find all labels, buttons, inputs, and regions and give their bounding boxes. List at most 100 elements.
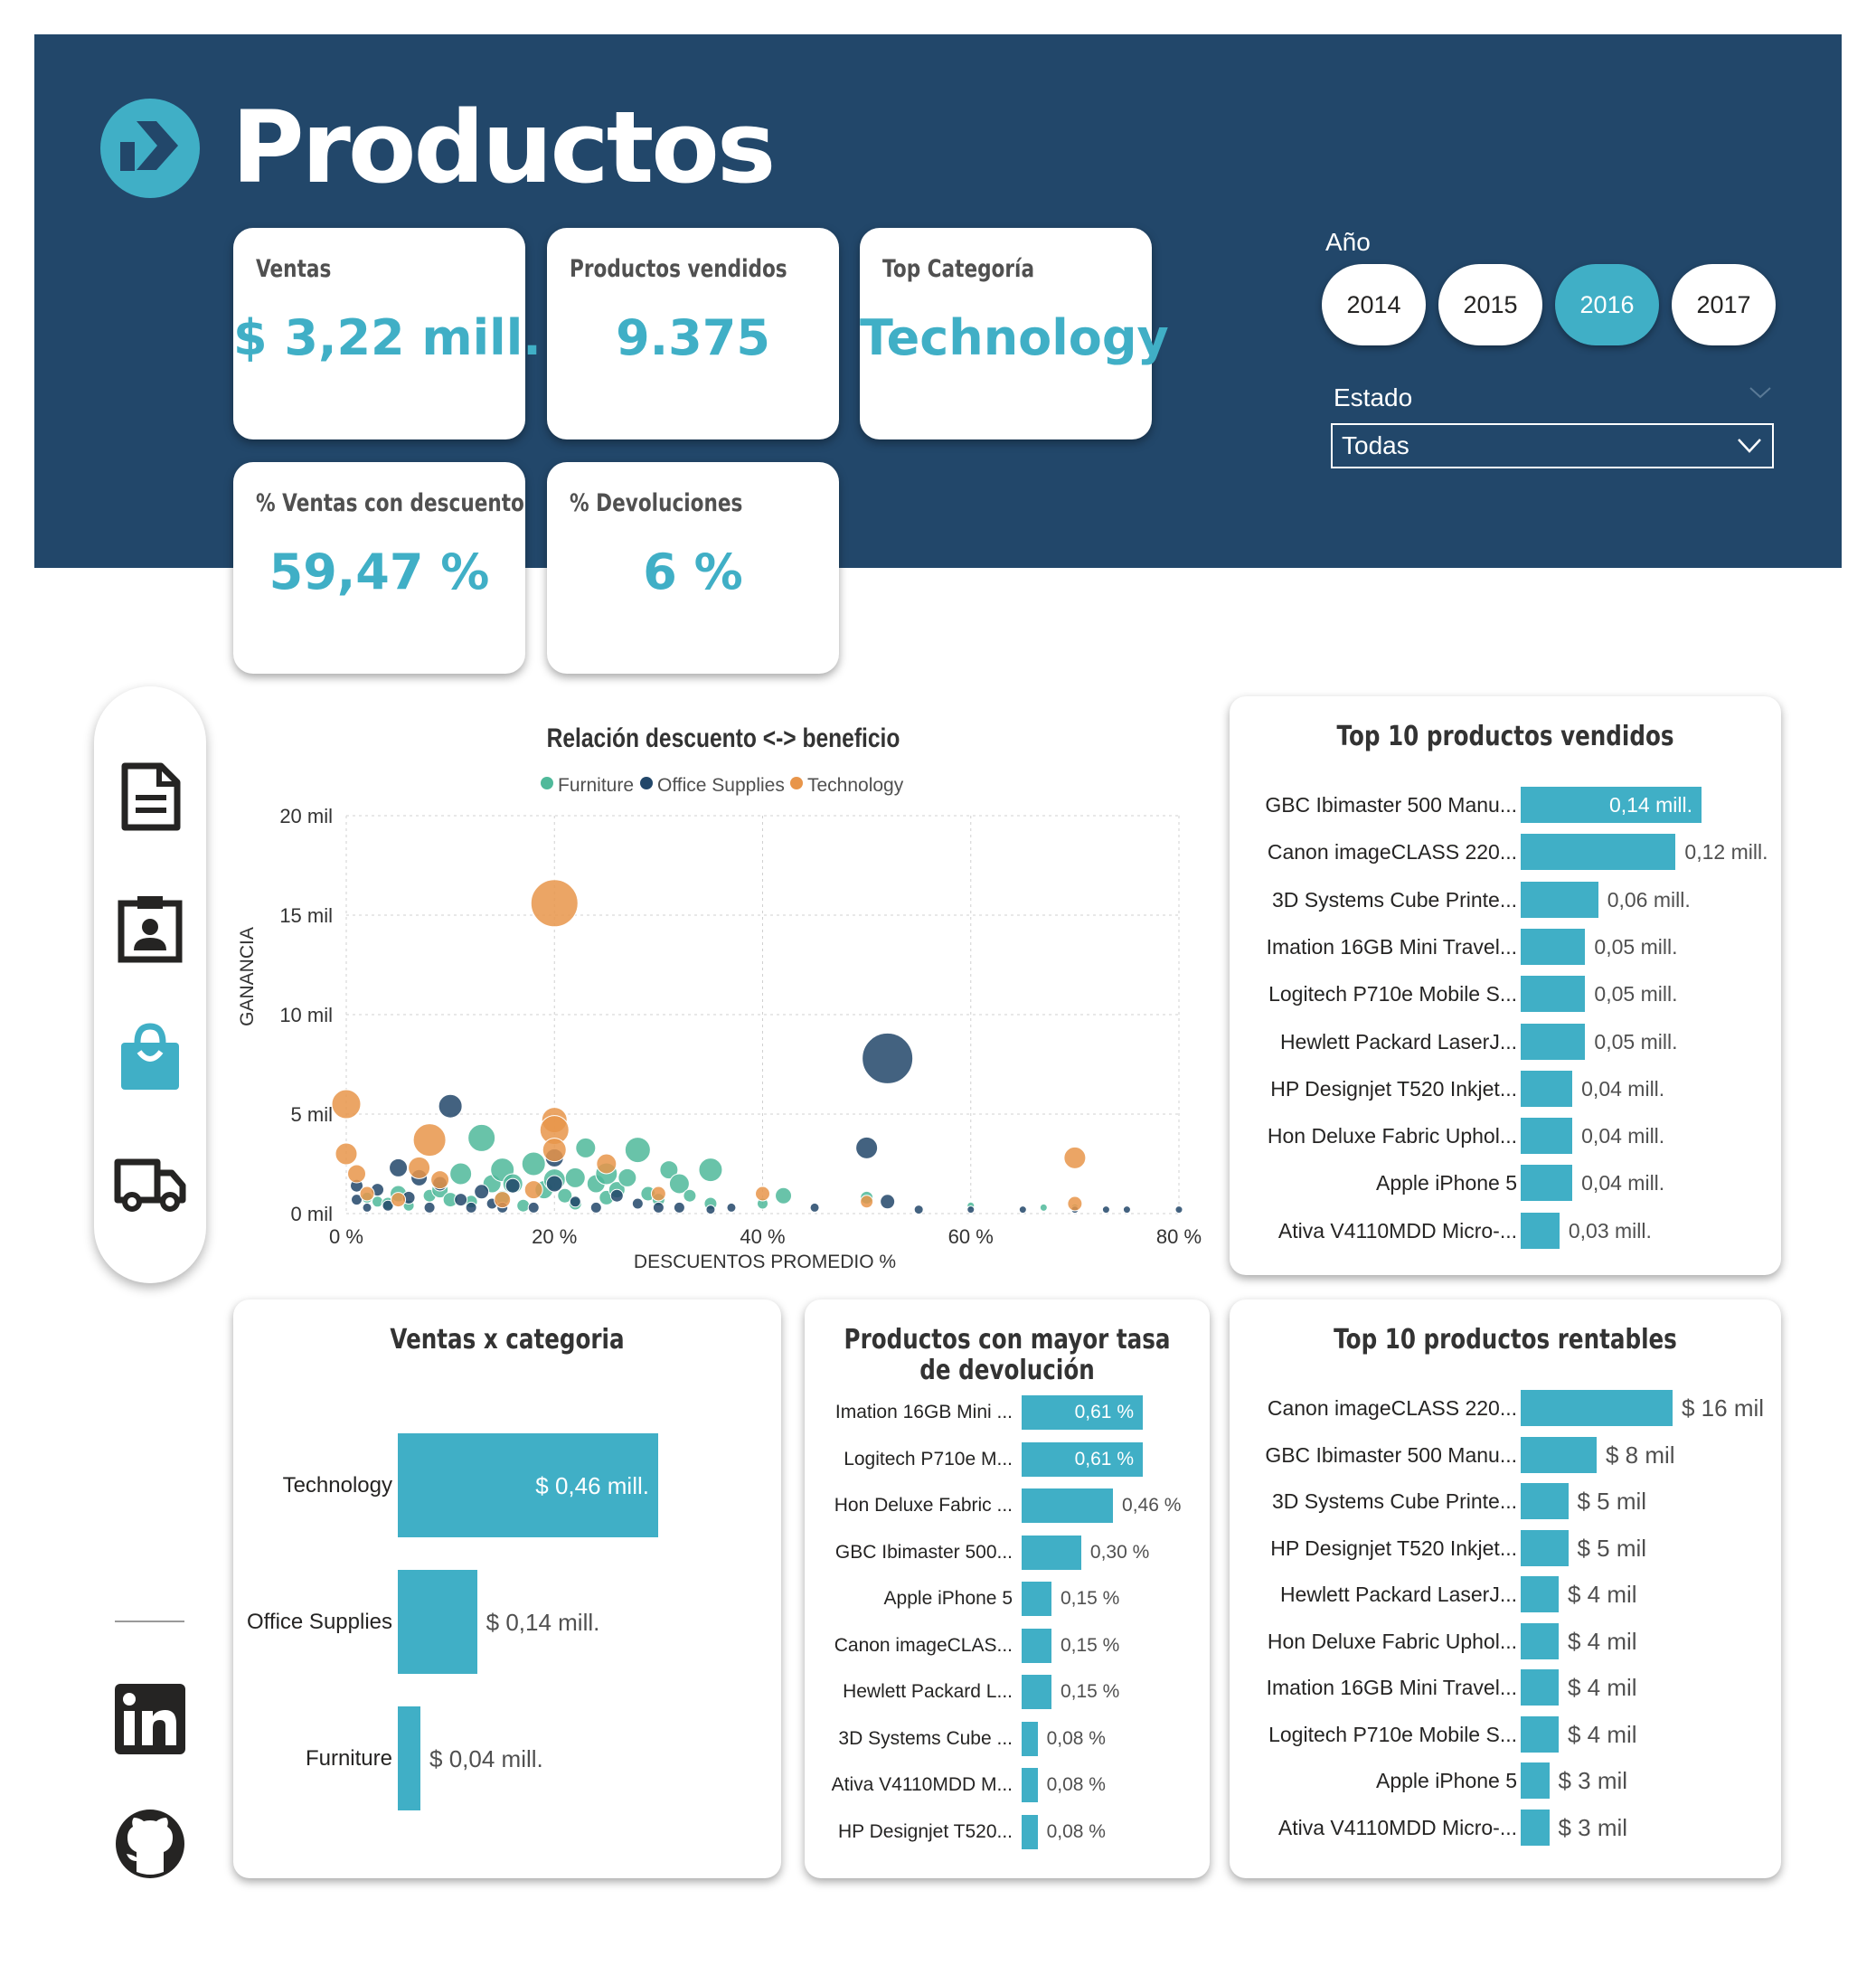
scatter-point-office-supplies[interactable] (589, 1201, 602, 1214)
scatter-point-furniture[interactable] (683, 1188, 697, 1203)
scatter-point-furniture[interactable] (516, 1198, 531, 1213)
bar[interactable] (1521, 1715, 1559, 1753)
scatter-point-technology[interactable] (1067, 1195, 1083, 1212)
bar[interactable] (1022, 1628, 1051, 1663)
scatter-point-furniture[interactable] (372, 1195, 384, 1208)
scatter-point-furniture[interactable] (564, 1167, 586, 1188)
bar[interactable] (1521, 1023, 1586, 1060)
bar[interactable] (1022, 1768, 1038, 1802)
scatter-point-furniture[interactable] (775, 1186, 793, 1205)
scatter-point-office-supplies[interactable] (389, 1158, 409, 1177)
scatter-point-office-supplies[interactable] (362, 1202, 372, 1213)
scatter-point-office-supplies[interactable] (673, 1201, 685, 1214)
scatter-point-office-supplies[interactable] (1122, 1205, 1131, 1214)
bar[interactable] (1521, 1576, 1559, 1612)
scatter-point-furniture[interactable] (624, 1137, 651, 1164)
scatter-point-office-supplies[interactable] (609, 1188, 624, 1203)
scatter-point-technology[interactable] (335, 1142, 358, 1166)
scatter-point-office-supplies[interactable] (631, 1197, 644, 1210)
github-icon[interactable] (115, 1809, 185, 1879)
scatter-point-furniture[interactable] (698, 1158, 723, 1183)
contact-badge-icon[interactable] (114, 891, 186, 963)
scatter-point-office-supplies[interactable] (569, 1195, 581, 1208)
scatter-point-technology[interactable] (755, 1186, 770, 1202)
scatter-point-technology[interactable] (430, 1170, 450, 1190)
shopping-bag-icon[interactable] (114, 1021, 186, 1093)
scatter-point-technology[interactable] (359, 1186, 375, 1202)
bar[interactable] (1022, 1675, 1051, 1709)
scatter-point-technology[interactable] (860, 1195, 874, 1209)
bar[interactable] (1521, 1390, 1673, 1426)
scatter-point-technology[interactable] (494, 1191, 512, 1209)
scatter-point-office-supplies[interactable] (862, 1032, 914, 1084)
scatter-point-furniture[interactable] (617, 1167, 637, 1187)
scatter-point-technology[interactable] (347, 1164, 367, 1184)
year-button-2017[interactable]: 2017 (1672, 264, 1776, 345)
scatter-point-office-supplies[interactable] (966, 1205, 976, 1214)
scatter-point-office-supplies[interactable] (726, 1202, 737, 1213)
scatter-point-office-supplies[interactable] (913, 1205, 924, 1215)
bar[interactable] (1521, 1165, 1573, 1202)
year-button-2015[interactable]: 2015 (1438, 264, 1542, 345)
scatter-point-furniture[interactable] (1039, 1203, 1048, 1212)
scatter-point-technology[interactable] (523, 1180, 543, 1200)
bar[interactable] (1521, 976, 1586, 1013)
scatter-point-technology[interactable] (391, 1192, 407, 1208)
bar[interactable] (1521, 1622, 1559, 1659)
scatter-point-office-supplies[interactable] (855, 1136, 879, 1159)
scatter-point-office-supplies[interactable] (474, 1184, 490, 1200)
scatter-point-furniture[interactable] (467, 1123, 496, 1152)
linkedin-icon[interactable] (115, 1684, 185, 1754)
scatter-point-technology[interactable] (331, 1089, 362, 1120)
scatter-point-technology[interactable] (1063, 1146, 1087, 1169)
scatter-point-technology[interactable] (542, 1138, 567, 1163)
scatter-point-office-supplies[interactable] (1174, 1205, 1183, 1214)
scatter-point-furniture[interactable] (575, 1137, 597, 1158)
scatter-point-technology[interactable] (412, 1123, 447, 1158)
scatter-point-office-supplies[interactable] (1101, 1205, 1110, 1214)
scatter-point-technology[interactable] (650, 1186, 666, 1202)
scatter-point-office-supplies[interactable] (545, 1175, 563, 1193)
scatter-point-office-supplies[interactable] (465, 1201, 477, 1214)
bar[interactable] (1022, 1535, 1081, 1570)
bar[interactable] (1521, 1070, 1573, 1107)
scatter-point-office-supplies[interactable] (527, 1201, 540, 1214)
year-button-2016[interactable]: 2016 (1555, 264, 1659, 345)
scatter-point-furniture[interactable] (521, 1151, 546, 1176)
document-icon[interactable] (114, 761, 186, 833)
bar[interactable] (1521, 1529, 1569, 1566)
scatter-point-office-supplies[interactable] (809, 1202, 820, 1213)
bar[interactable] (1022, 1582, 1051, 1616)
scatter-point-technology[interactable] (596, 1153, 617, 1175)
bar[interactable] (398, 1706, 421, 1810)
year-button-2014[interactable]: 2014 (1322, 264, 1426, 345)
bar[interactable] (1521, 1118, 1573, 1155)
bar[interactable] (398, 1570, 477, 1674)
scatter-point-office-supplies[interactable] (504, 1177, 521, 1194)
bar[interactable] (1022, 1814, 1038, 1849)
estado-dropdown[interactable]: Todas (1331, 423, 1774, 468)
bar[interactable] (1521, 1762, 1550, 1799)
bar[interactable] (1521, 1436, 1597, 1473)
scatter-point-office-supplies[interactable] (652, 1201, 665, 1214)
bar[interactable] (1521, 834, 1676, 871)
scatter-point-office-supplies[interactable] (438, 1093, 463, 1119)
scatter-point-office-supplies[interactable] (705, 1205, 716, 1215)
bar[interactable] (1521, 1212, 1560, 1249)
bar[interactable] (1521, 1669, 1559, 1706)
scatter-point-technology[interactable] (530, 879, 579, 928)
scatter-point-office-supplies[interactable] (423, 1201, 436, 1214)
scatter-point-office-supplies[interactable] (454, 1193, 468, 1207)
bar[interactable] (1521, 1483, 1569, 1519)
chevron-down-icon[interactable] (1748, 383, 1773, 402)
scatter-point-office-supplies[interactable] (1018, 1205, 1027, 1214)
scatter-point-technology[interactable] (408, 1156, 431, 1179)
scatter-point-office-supplies[interactable] (880, 1194, 896, 1210)
truck-icon[interactable] (114, 1146, 186, 1218)
bar[interactable] (1022, 1721, 1038, 1756)
scatter-point-furniture[interactable] (449, 1162, 473, 1186)
bar[interactable] (1521, 881, 1598, 918)
bar[interactable] (1521, 1809, 1550, 1846)
bar[interactable] (1521, 928, 1586, 965)
bar[interactable] (1022, 1488, 1114, 1523)
